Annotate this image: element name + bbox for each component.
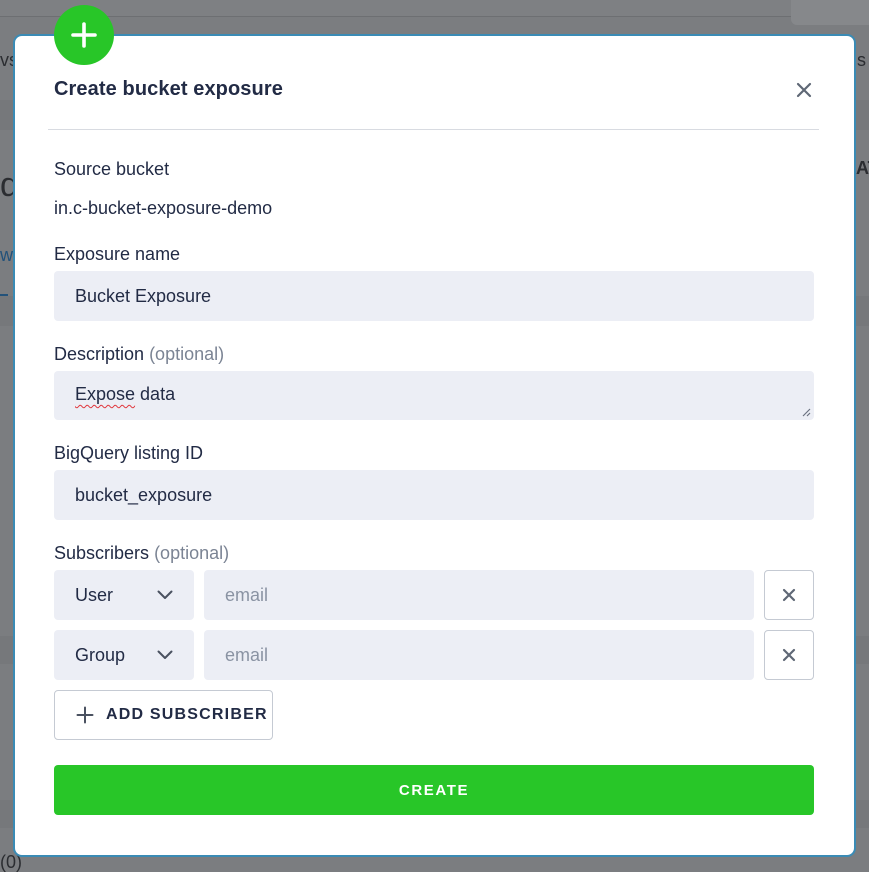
exposure-name-label: Exposure name [54, 244, 181, 264]
exposure-name-value: Bucket Exposure [75, 285, 212, 306]
background-panel [791, 0, 869, 25]
chevron-down-icon [157, 650, 173, 659]
description-value: Expose data [75, 384, 175, 405]
description-textarea[interactable]: Expose data [54, 371, 814, 420]
misspelled-word: Expose [75, 384, 136, 404]
add-subscriber-label: ADD SUBSCRIBER [106, 706, 268, 723]
email-placeholder: email [225, 644, 269, 665]
optional-hint: (optional) [154, 543, 230, 563]
subscriber-email-input[interactable]: email [204, 630, 754, 680]
header-divider [48, 129, 819, 130]
close-icon[interactable] [794, 80, 814, 100]
source-bucket-label: Source bucket [54, 159, 170, 179]
description-label: Description (optional) [54, 344, 224, 365]
dialog-title: Create bucket exposure [54, 78, 283, 100]
remove-subscriber-button[interactable] [764, 570, 814, 620]
plus-icon [76, 706, 94, 724]
optional-hint: (optional) [149, 344, 225, 364]
plus-badge-icon [54, 5, 114, 65]
create-button[interactable]: CREATE [54, 765, 814, 815]
listing-id-input[interactable]: bucket_exposure [54, 470, 814, 520]
background-fragment: w [0, 245, 13, 265]
x-icon [782, 588, 796, 602]
add-subscriber-button[interactable]: ADD SUBSCRIBER [54, 690, 273, 740]
listing-id-value: bucket_exposure [75, 484, 213, 505]
subscriber-type-select[interactable]: Group [54, 630, 194, 680]
remove-subscriber-button[interactable] [764, 630, 814, 680]
exposure-name-input[interactable]: Bucket Exposure [54, 271, 814, 321]
x-icon [782, 648, 796, 662]
resize-handle-icon[interactable] [802, 408, 811, 417]
subscriber-type-value: User [75, 584, 114, 605]
listing-id-label: BigQuery listing ID [54, 443, 204, 463]
background-fragment: s [857, 50, 866, 70]
subscribers-label-text: Subscribers [54, 543, 150, 563]
chevron-down-icon [157, 590, 173, 599]
background-header [0, 0, 869, 17]
subscribers-label: Subscribers (optional) [54, 543, 229, 564]
subscriber-type-select[interactable]: User [54, 570, 194, 620]
description-value-rest: data [135, 384, 176, 404]
email-placeholder: email [225, 584, 269, 605]
background-fragment: AT [856, 158, 869, 178]
description-label-text: Description [54, 344, 145, 364]
subscriber-email-input[interactable]: email [204, 570, 754, 620]
source-bucket-value: in.c-bucket-exposure-demo [54, 198, 273, 218]
subscriber-type-value: Group [75, 644, 126, 665]
